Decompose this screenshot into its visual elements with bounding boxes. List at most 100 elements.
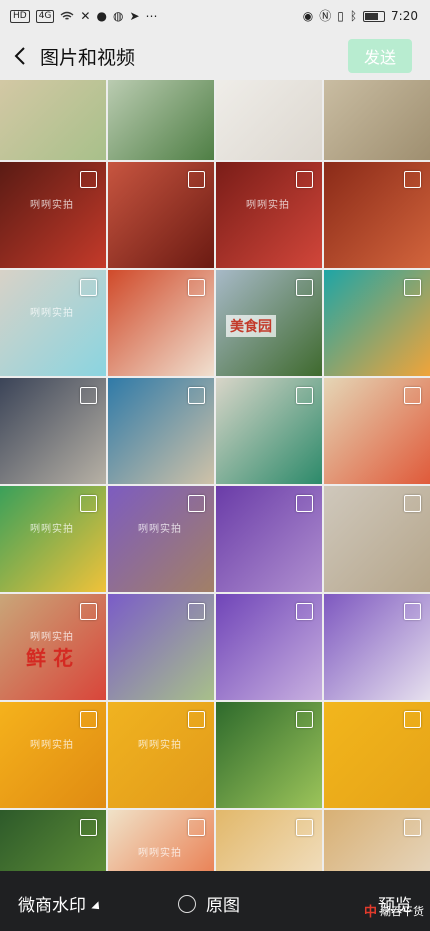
photo-thumbnail[interactable]	[324, 810, 430, 871]
photo-thumbnail[interactable]	[324, 702, 430, 808]
photo-thumbnail[interactable]: 美食园	[216, 270, 322, 376]
header: 图片和视频 发送	[0, 32, 430, 80]
chat-icon: ●	[96, 9, 107, 23]
select-checkbox[interactable]	[404, 495, 421, 512]
more-icon: ⋯	[145, 9, 158, 23]
wifi-icon	[60, 11, 74, 20]
location-icon: ➤	[129, 9, 140, 23]
photo-thumbnail[interactable]	[324, 80, 430, 160]
select-checkbox[interactable]	[296, 387, 313, 404]
photo-thumbnail[interactable]: 咧咧实拍鲜 花	[0, 594, 106, 700]
select-checkbox[interactable]	[188, 279, 205, 296]
nfc-icon: Ⓝ	[319, 9, 332, 23]
photo-thumbnail[interactable]: 咧咧实拍	[0, 702, 106, 808]
photo-watermark: 咧咧实拍	[138, 848, 182, 859]
photo-thumbnail[interactable]: 咧咧实拍	[0, 486, 106, 592]
select-checkbox[interactable]	[404, 171, 421, 188]
select-checkbox[interactable]	[80, 495, 97, 512]
photo-thumbnail[interactable]	[324, 486, 430, 592]
watermark-label: 微商水印	[18, 896, 86, 916]
box-text: 鲜 花	[26, 646, 73, 670]
photo-thumbnail[interactable]	[324, 378, 430, 484]
select-checkbox[interactable]	[296, 279, 313, 296]
photo-thumbnail[interactable]: 咧咧实拍	[216, 162, 322, 268]
select-checkbox[interactable]	[188, 387, 205, 404]
select-checkbox[interactable]	[296, 495, 313, 512]
brand-text: 潮吞干货	[380, 904, 424, 918]
photo-thumbnail[interactable]	[108, 162, 214, 268]
photo-thumbnail[interactable]	[0, 378, 106, 484]
photo-watermark: 咧咧实拍	[138, 524, 182, 535]
photo-thumbnail[interactable]	[324, 270, 430, 376]
bottom-bar: 微商水印 原图 预览 中 潮吞干货	[0, 871, 430, 931]
select-checkbox[interactable]	[188, 819, 205, 836]
photo-watermark: 咧咧实拍	[246, 200, 290, 211]
status-right: ◉ Ⓝ ▯ ᛒ 7:20	[303, 9, 418, 23]
select-checkbox[interactable]	[404, 711, 421, 728]
photo-thumbnail[interactable]	[108, 80, 214, 160]
photo-thumbnail[interactable]	[0, 80, 106, 160]
select-checkbox[interactable]	[80, 279, 97, 296]
select-checkbox[interactable]	[188, 603, 205, 620]
photo-thumbnail[interactable]: 咧咧实拍	[108, 810, 214, 871]
select-checkbox[interactable]	[296, 603, 313, 620]
photo-thumbnail[interactable]	[216, 378, 322, 484]
status-time: 7:20	[391, 9, 418, 23]
photo-thumbnail[interactable]	[324, 162, 430, 268]
original-image-toggle[interactable]: 原图	[178, 891, 240, 916]
select-checkbox[interactable]	[188, 171, 205, 188]
photo-grid: 咧咧实拍 咧咧实拍 咧咧实拍 美食园 咧咧实拍 咧咧实拍 咧咧实拍鲜 花咧咧实拍 咧咧实拍 咧咧…	[0, 80, 430, 871]
photo-watermark: 咧咧实拍	[30, 632, 74, 643]
photo-thumbnail[interactable]	[216, 594, 322, 700]
eye-icon: ◉	[302, 9, 314, 23]
select-checkbox[interactable]	[188, 711, 205, 728]
select-checkbox[interactable]	[404, 279, 421, 296]
hd-badge: HD	[10, 9, 30, 23]
watermark-selector[interactable]: 微商水印	[18, 891, 103, 916]
brand-red-text: 中	[363, 905, 377, 920]
photo-thumbnail[interactable]	[216, 810, 322, 871]
photo-watermark: 咧咧实拍	[30, 524, 74, 535]
photo-thumbnail[interactable]: 咧咧实拍	[0, 270, 106, 376]
photo-watermark: 咧咧实拍	[30, 740, 74, 751]
notification-icon: ✕	[80, 9, 91, 23]
photo-watermark: 咧咧实拍	[138, 740, 182, 751]
photo-thumbnail[interactable]: 咧咧实拍	[108, 702, 214, 808]
original-label: 原图	[206, 896, 240, 916]
status-left: HD 4G ✕ ● ◍ ➤ ⋯	[10, 9, 158, 23]
select-checkbox[interactable]	[188, 495, 205, 512]
select-checkbox[interactable]	[80, 171, 97, 188]
back-button[interactable]	[0, 32, 40, 80]
photo-thumbnail[interactable]	[108, 378, 214, 484]
select-checkbox[interactable]	[296, 171, 313, 188]
select-checkbox[interactable]	[404, 603, 421, 620]
dropdown-triangle-icon	[91, 900, 103, 913]
photo-thumbnail[interactable]	[216, 702, 322, 808]
photo-thumbnail[interactable]	[108, 270, 214, 376]
select-checkbox[interactable]	[296, 711, 313, 728]
photo-thumbnail[interactable]	[324, 594, 430, 700]
select-checkbox[interactable]	[404, 819, 421, 836]
photo-thumbnail[interactable]	[0, 810, 106, 871]
status-bar: HD 4G ✕ ● ◍ ➤ ⋯ ◉ Ⓝ ▯ ᛒ 7:20	[0, 0, 430, 32]
photo-thumbnail[interactable]	[108, 594, 214, 700]
vibrate-icon: ▯	[337, 9, 344, 23]
send-button[interactable]: 发送	[348, 39, 412, 73]
photo-thumbnail[interactable]: 咧咧实拍	[0, 162, 106, 268]
select-checkbox[interactable]	[80, 819, 97, 836]
select-checkbox[interactable]	[296, 819, 313, 836]
rice-bag-text: 美食园	[226, 315, 276, 337]
photo-watermark: 咧咧实拍	[30, 200, 74, 211]
page-title: 图片和视频	[40, 46, 136, 69]
app-icon: ◍	[112, 9, 124, 23]
select-checkbox[interactable]	[80, 711, 97, 728]
photo-thumbnail[interactable]: 咧咧实拍	[108, 486, 214, 592]
back-arrow-icon	[14, 47, 25, 65]
select-checkbox[interactable]	[80, 387, 97, 404]
select-checkbox[interactable]	[404, 387, 421, 404]
select-checkbox[interactable]	[80, 603, 97, 620]
photo-thumbnail[interactable]	[216, 80, 322, 160]
brand-watermark: 中 潮吞干货	[363, 901, 424, 921]
photo-thumbnail[interactable]	[216, 486, 322, 592]
photo-watermark: 咧咧实拍	[30, 308, 74, 319]
